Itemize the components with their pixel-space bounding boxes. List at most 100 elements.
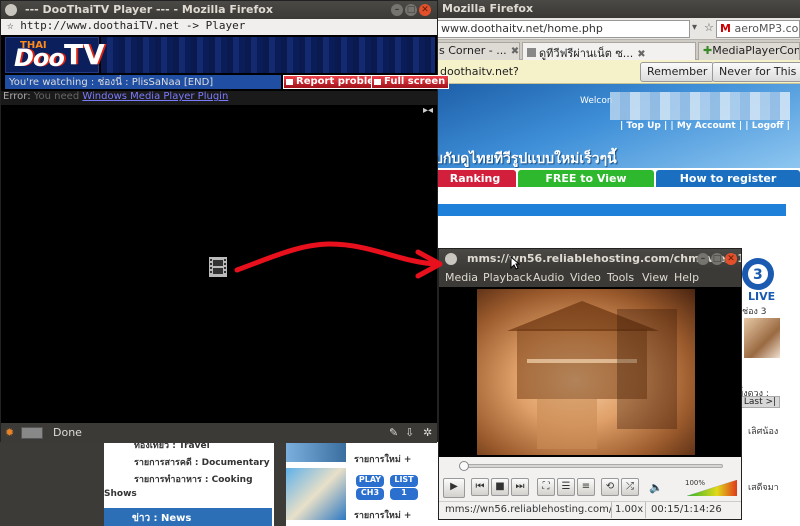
shuffle-icon[interactable]: ⤮ [621, 478, 639, 496]
playlist-icon[interactable]: ≡ [577, 478, 595, 496]
menu-help[interactable]: Help [674, 271, 699, 284]
divider [645, 502, 646, 518]
seek-track[interactable] [463, 464, 723, 468]
close-icon[interactable]: ✕ [725, 253, 737, 265]
fullscreen-icon[interactable]: ⛶ [537, 478, 555, 496]
news-heading[interactable]: ข่าว : News [104, 508, 272, 526]
menu-media[interactable]: Media [445, 271, 478, 284]
logo-doo-text: Doo [14, 44, 65, 72]
account-links[interactable]: | Top Up | | My Account | | Logoff | [620, 121, 790, 131]
window-menu-icon[interactable] [5, 4, 17, 16]
dropdown-arrow-icon[interactable]: ▾ [692, 22, 697, 33]
site-slogan: บกับดูไทยทีวีรูปแบบใหม่เร็วๆนี้ [434, 151, 617, 167]
tab-doothaitv[interactable]: ดูทีวีฟรีผ่านเน็ต ซ... ✖ [522, 42, 696, 60]
program-thumbnail[interactable] [286, 440, 346, 462]
video-frame [477, 289, 695, 455]
navigation-toolbar: www.doothaitv.net/home.php ▾ ☆ M aeroMP3… [434, 18, 800, 40]
last-page-button[interactable]: Last >| [740, 396, 780, 408]
password-notification-bar: doothaitv.net? Remember Never for This S… [434, 60, 800, 84]
tab-corner[interactable]: s Corner - ... ✖ [434, 42, 520, 60]
full-screen-button[interactable]: Full screen [371, 75, 450, 89]
star-icon[interactable]: ☆ [7, 19, 14, 32]
download-icon[interactable]: ⇩ [405, 426, 414, 439]
nav-how-to-register[interactable]: How to register [656, 170, 800, 187]
tab-label: ดูทีวีฟรีผ่านเน็ต ซ... [539, 47, 634, 60]
list-item[interactable]: Shows [104, 489, 137, 499]
url-text: http://www.doothaiTV.net -> Player [20, 19, 246, 32]
nav-free-to-view[interactable]: FREE to View [518, 170, 654, 187]
tab-mediaplayerconnect[interactable]: ✚MediaPlayerConne [698, 42, 800, 60]
search-box[interactable]: M aeroMP3.com [716, 20, 800, 38]
notification-text: doothaitv.net? [440, 65, 519, 78]
number-badge[interactable]: 1 [390, 488, 418, 500]
menu-audio[interactable]: Audio [533, 271, 564, 284]
address-bar[interactable]: ☆ http://www.doothaiTV.net -> Player [1, 19, 437, 35]
menu-tools[interactable]: Tools [607, 271, 634, 284]
maximize-icon[interactable]: □ [405, 4, 417, 16]
new-program-link[interactable]: รายการใหม่ + [354, 452, 411, 466]
speaker-icon[interactable]: 🔈 [649, 481, 663, 494]
settings-icon[interactable]: ✲ [423, 426, 432, 439]
list-item[interactable]: รายการทำอาหาร : Cooking [134, 472, 253, 486]
show-thumbnail[interactable] [744, 318, 780, 358]
tab-label: s Corner - ... [439, 44, 507, 57]
blurred-username [610, 92, 790, 120]
playback-speed[interactable]: 1.00x [615, 504, 643, 515]
window-title: Mozilla Firefox [434, 0, 800, 18]
close-icon[interactable]: ✖ [637, 49, 645, 60]
star-icon[interactable]: ☆ [704, 21, 714, 34]
plugin-link[interactable]: Windows Media Player Plugin [82, 91, 228, 102]
loop-icon[interactable]: ⟲ [601, 478, 619, 496]
welcome-text: Welcon [580, 96, 613, 106]
minimize-icon[interactable]: – [391, 4, 403, 16]
addon-bar-icon[interactable] [21, 427, 43, 439]
pen-icon[interactable]: ✎ [389, 426, 398, 439]
report-icon [286, 79, 293, 85]
window-title: --- DooThaiTV Player --- - Mozilla Firef… [1, 1, 437, 19]
window-menu-icon[interactable] [445, 253, 457, 265]
menu-video[interactable]: Video [570, 271, 601, 284]
expand-icon[interactable]: ▸◂ [423, 105, 433, 116]
close-icon[interactable]: ✕ [419, 4, 431, 16]
volume-percent: 100% [685, 479, 706, 487]
mouse-cursor-icon [510, 256, 520, 270]
play-button[interactable]: ▶ [443, 478, 465, 498]
extended-settings-icon[interactable]: ☰ [557, 478, 575, 496]
play-badge[interactable]: PLAY [356, 475, 384, 487]
missing-plugin-icon[interactable] [209, 257, 227, 277]
new-program-link[interactable]: รายการใหม่ + [354, 508, 411, 522]
close-icon[interactable]: ✖ [511, 46, 519, 57]
video-output[interactable] [439, 287, 741, 457]
minimize-icon[interactable]: – [697, 253, 709, 265]
menu-playback[interactable]: Playback [483, 271, 532, 284]
elapsed-time[interactable]: 00:15/1:14:26 [651, 504, 722, 515]
stop-icon[interactable]: ■ [491, 478, 509, 496]
nav-ranking[interactable]: Ranking [434, 170, 516, 187]
site-nav: Ranking FREE to View How to register [434, 168, 800, 188]
ch3-badge[interactable]: CH3 [356, 488, 384, 500]
banner-background [101, 37, 435, 73]
address-bar[interactable]: www.doothaitv.net/home.php [436, 20, 690, 38]
never-for-site-button[interactable]: Never for This Site [712, 62, 800, 82]
menu-bar: Media Playback Audio Video Tools View He… [439, 269, 741, 287]
next-icon[interactable]: ⏭ [511, 478, 529, 496]
maximize-icon[interactable]: □ [711, 253, 723, 265]
program-thumbnail[interactable] [286, 468, 346, 520]
page-icon [527, 48, 536, 57]
window-title: mms://wn56.reliablehosting.com/chmovie/0… [439, 249, 741, 269]
plugin-error-line: Error: You need Windows Media Player Plu… [1, 91, 437, 105]
menu-view[interactable]: View [642, 271, 668, 284]
seek-bar[interactable] [439, 457, 741, 475]
status-bar: mms://wn56.reliablehosting.com/ 1.00x 00… [439, 501, 741, 519]
remember-button[interactable]: Remember [640, 62, 715, 82]
tab-strip: s Corner - ... ✖ ดูทีวีฟรีผ่านเน็ต ซ... ✖ … [434, 40, 800, 60]
list-item[interactable]: รายการสารคดี : Documentary [134, 455, 270, 469]
now-watching-label: You're watching : ช่องนี่ : PlisSaNaa [E… [5, 75, 281, 89]
channel-label: ช่อง 3 [742, 307, 767, 317]
video-frame-image [507, 301, 677, 449]
status-bar: ✹ Done ✎ ⇩ ✲ [1, 423, 437, 443]
previous-icon[interactable]: ⏮ [471, 478, 489, 496]
list-badge[interactable]: LIST [390, 475, 418, 487]
seek-slider-handle[interactable] [458, 461, 469, 471]
logo-tv-text: TV [64, 38, 105, 71]
